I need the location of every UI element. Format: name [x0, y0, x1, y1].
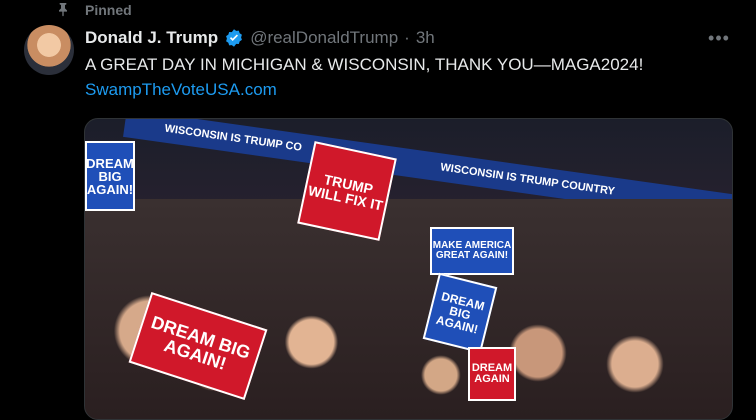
pinned-label: Pinned [85, 2, 132, 18]
banner-text-left: WISCONSIN IS TRUMP CO [163, 122, 303, 154]
avatar[interactable] [24, 25, 74, 75]
pin-icon [55, 1, 71, 20]
tweet-link[interactable]: SwampTheVoteUSA.com [85, 80, 277, 100]
tweet-timestamp[interactable]: 3h [416, 28, 435, 48]
tweet-header: Donald J. Trump @realDonaldTrump · 3h [85, 26, 435, 50]
sign-dream-again: DREAM AGAIN [468, 347, 516, 401]
author-handle[interactable]: @realDonaldTrump [250, 28, 398, 48]
sign-trump-will-fix-it: TRUMP WILL FIX IT [297, 141, 397, 241]
sign-make-america-great-again: MAKE AMERICA GREAT AGAIN! [430, 227, 514, 275]
banner-text-right: WISCONSIN IS TRUMP COUNTRY [439, 161, 616, 198]
sign-line2: AGAIN! [86, 181, 134, 197]
author-name[interactable]: Donald J. Trump [85, 28, 218, 48]
verified-badge-icon[interactable] [224, 28, 244, 48]
separator-dot: · [404, 28, 410, 47]
sign-line2: GREAT AGAIN! [435, 250, 509, 261]
tweet-text: A GREAT DAY IN MICHIGAN & WISCONSIN, THA… [85, 55, 644, 74]
sign-dream-big-left: DREAM BIG AGAIN! [85, 141, 135, 211]
sign-line1: DREAM BIG [86, 155, 134, 184]
sign-line2: AGAIN [474, 373, 510, 385]
tweet-media-image[interactable]: WISCONSIN IS TRUMP CO WISCONSIN IS TRUMP… [84, 118, 733, 420]
more-options-icon[interactable]: ••• [708, 28, 730, 48]
pinned-indicator: Pinned [55, 0, 132, 20]
